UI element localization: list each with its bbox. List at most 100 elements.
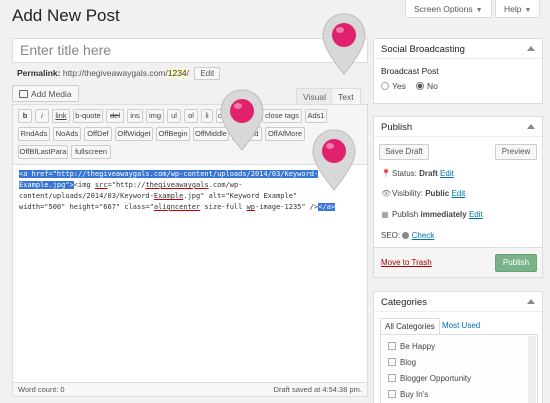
publish-panel-header[interactable]: Publish <box>374 117 542 137</box>
tab-visual[interactable]: Visual <box>296 88 333 104</box>
broadcast-no-option[interactable]: No <box>416 81 438 91</box>
category-item[interactable]: Blogger Opportunity <box>388 374 471 383</box>
caret-down-icon: ▼ <box>524 7 532 14</box>
tab-all-categories[interactable]: All Categories <box>380 318 440 334</box>
pin-icon: 📍 <box>381 169 391 178</box>
qt-italic-button[interactable]: i <box>35 109 49 123</box>
code-text: .com/wp- <box>208 181 243 189</box>
map-pin-icon <box>312 129 356 191</box>
code-text: <img <box>73 181 95 189</box>
save-draft-button[interactable]: Save Draft <box>379 144 429 160</box>
add-media-label: Add Media <box>31 89 72 99</box>
permalink-base: http://thegiveawaygals.com/ <box>62 68 168 78</box>
publish-button[interactable]: Publish <box>495 254 537 272</box>
qt-link-button[interactable]: link <box>52 109 70 123</box>
code-text: wp <box>246 203 256 211</box>
screen-options-tab[interactable]: Screen Options ▼ <box>405 0 492 18</box>
code-text: content/uploads/2014/03/Keyword- <box>19 192 154 200</box>
qt-ins-button[interactable]: ins <box>127 109 143 123</box>
broadcast-yes-option[interactable]: Yes <box>381 81 406 91</box>
qt-bold-button[interactable]: b <box>18 109 32 123</box>
visibility-label: Visibility: <box>392 189 423 198</box>
qt-img-button[interactable]: img <box>146 109 164 123</box>
social-panel-header[interactable]: Social Broadcasting <box>374 39 542 59</box>
publish-time-row: ▦ Publish immediately Edit <box>381 210 483 219</box>
category-checkbox[interactable] <box>388 374 396 382</box>
map-pin-icon <box>322 13 366 75</box>
radio-no[interactable] <box>416 82 424 90</box>
categories-panel: Categories All Categories Most Used Be H… <box>373 291 543 403</box>
collapse-icon[interactable] <box>527 124 535 129</box>
category-checkbox[interactable] <box>388 390 396 398</box>
publish-time-edit-link[interactable]: Edit <box>469 210 483 219</box>
selected-text: </a> <box>318 203 336 211</box>
qt-offafmore-button[interactable]: OffAfMore <box>265 127 305 141</box>
word-count: Word count: 0 <box>18 385 65 394</box>
code-text: .jpg" alt="Keyword Example" <box>183 192 298 200</box>
qt-offbegin-button[interactable]: OffBegin <box>156 127 190 141</box>
title-input[interactable]: Enter title here <box>12 38 368 63</box>
qt-noads-button[interactable]: NoAds <box>53 127 81 141</box>
seo-row: SEO: Check <box>381 231 434 240</box>
status-value: Draft <box>419 169 438 178</box>
preview-button[interactable]: Preview <box>495 144 537 160</box>
status-label: Status: <box>392 169 417 178</box>
media-icon <box>19 90 28 98</box>
social-broadcasting-panel: Social Broadcasting Broadcast Post Yes N… <box>373 38 543 104</box>
seo-check-link[interactable]: Check <box>412 231 435 240</box>
radio-yes[interactable] <box>381 82 389 90</box>
qt-ul-button[interactable]: ul <box>167 109 181 123</box>
help-label: Help <box>504 4 522 14</box>
code-text: thegiveawaygals <box>145 181 209 189</box>
categories-panel-header[interactable]: Categories <box>374 292 542 312</box>
publish-panel: Publish Save Draft Preview 📍Status: Draf… <box>373 116 543 278</box>
visibility-value: Public <box>425 189 450 198</box>
category-checkbox[interactable] <box>388 358 396 366</box>
permalink-slug[interactable]: 1234 <box>167 68 187 78</box>
category-item[interactable]: Buy In's <box>388 390 428 399</box>
add-media-button[interactable]: Add Media <box>12 85 79 102</box>
qt-offdef-button[interactable]: OffDef <box>84 127 112 141</box>
radio-no-label: No <box>427 81 438 91</box>
category-checkbox[interactable] <box>388 342 396 350</box>
publish-time-value: immediately <box>420 210 467 219</box>
tab-most-used[interactable]: Most Used <box>438 318 484 334</box>
selected-text: <a href="http://thegiveawaygals.com/wp-c… <box>19 170 319 178</box>
status-edit-link[interactable]: Edit <box>440 169 454 178</box>
seo-status-icon <box>402 232 410 239</box>
category-scrollbar[interactable] <box>528 336 536 403</box>
visibility-edit-link[interactable]: Edit <box>451 189 465 198</box>
publish-time-label: Publish <box>392 210 419 219</box>
visibility-row: 👁Visibility: Public Edit <box>381 189 465 198</box>
qt-del-button[interactable]: del <box>106 109 124 123</box>
code-text: aligncenter <box>153 203 201 211</box>
publish-panel-title: Publish <box>381 122 413 133</box>
collapse-icon[interactable] <box>527 299 535 304</box>
category-item[interactable]: Blog <box>388 358 416 367</box>
qt-offbflastpara-button[interactable]: OffBfLastPara <box>18 145 68 159</box>
qt-ol-button[interactable]: ol <box>184 109 198 123</box>
map-pin-icon <box>220 89 264 151</box>
tab-text[interactable]: Text <box>331 88 361 104</box>
qt-li-button[interactable]: li <box>201 109 213 123</box>
permalink-trail: / <box>186 68 190 78</box>
category-item[interactable]: Be Happy <box>388 342 435 351</box>
qt-offwidget-button[interactable]: OffWidget <box>115 127 153 141</box>
qt-rndads-button[interactable]: RndAds <box>18 127 50 141</box>
broadcast-label: Broadcast Post <box>381 66 439 76</box>
move-to-trash-link[interactable]: Move to Trash <box>381 258 432 267</box>
qt-fullscreen-button[interactable]: fullscreen <box>71 145 111 159</box>
help-tab[interactable]: Help ▼ <box>495 0 541 18</box>
categories-panel-title: Categories <box>381 297 427 308</box>
publish-actions: Move to Trash Publish <box>374 247 542 277</box>
qt-close-tags-button[interactable]: close tags <box>262 109 302 123</box>
permalink-row: Permalink: http://thegiveawaygals.com/12… <box>17 67 221 80</box>
editor-textarea[interactable]: <a href="http://thegiveawaygals.com/wp-c… <box>19 169 361 213</box>
qt-blockquote-button[interactable]: b-quote <box>73 109 103 123</box>
collapse-icon[interactable] <box>527 46 535 51</box>
permalink-edit-button[interactable]: Edit <box>194 67 221 80</box>
category-label: Blog <box>400 358 417 367</box>
category-label: Blogger Opportunity <box>400 374 472 383</box>
editor-status-bar: Word count: 0 Draft saved at 4:54:38 pm. <box>13 382 367 396</box>
qt-ads1-button[interactable]: Ads1 <box>305 109 327 123</box>
